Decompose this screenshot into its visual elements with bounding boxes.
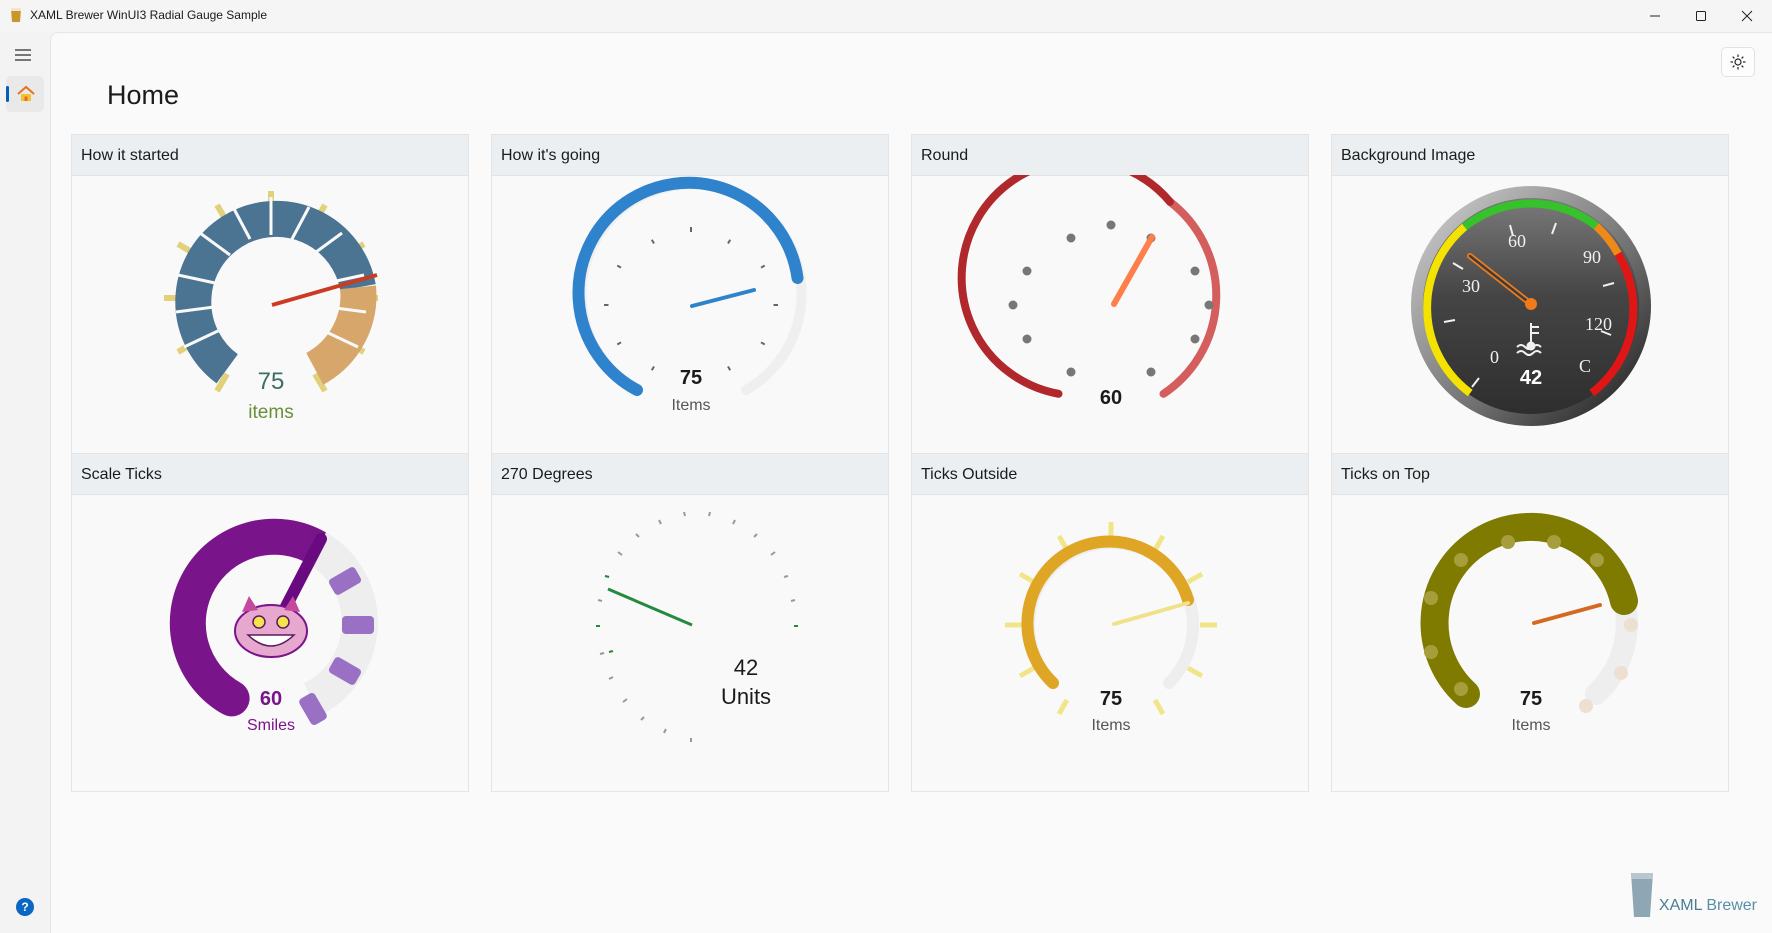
scale-label: 0 (1490, 347, 1499, 367)
radial-gauge[interactable]: 75 items (72, 175, 470, 474)
card-title: 270 Degrees (501, 466, 593, 483)
brand-text: XAML Brewer (1659, 897, 1757, 915)
gauge-unit-label: Smiles (247, 717, 295, 734)
gauge-scale-value-band (305, 285, 377, 385)
card-header: Ticks Outside (912, 454, 1308, 495)
radial-gauge[interactable]: 60 (912, 175, 1310, 474)
gauge-value-label: 75 (258, 368, 285, 395)
gauge-value-label: 60 (260, 688, 282, 710)
page-title: Home (107, 80, 180, 110)
gauge-card-scale-ticks: Scale Ticks 60 Smiles (71, 453, 469, 792)
gauge-value-label: 75 (680, 367, 702, 389)
radial-gauge[interactable]: 0 30 60 90 120 C 42 (1332, 175, 1730, 474)
gauge-trail (1021, 535, 1194, 689)
brand-logo: XAML Brewer (1629, 871, 1757, 919)
card-header: Scale Ticks (72, 454, 468, 495)
radial-gauge[interactable]: 75 Items (912, 494, 1310, 793)
gauge-unit-label: Items (1511, 717, 1550, 734)
minimize-icon (1650, 15, 1660, 17)
radial-gauge[interactable]: 42 Units (492, 494, 890, 793)
scale-ticks (1005, 522, 1217, 716)
card-title: Ticks on Top (1341, 466, 1430, 483)
gauge-card-ticks-outside: Ticks Outside 75 Items (911, 453, 1309, 792)
scale-label: C (1579, 356, 1591, 376)
gauge-card-270-degrees: 270 Degrees 42 Units (491, 453, 889, 792)
maximize-button[interactable] (1678, 0, 1724, 32)
gauge-scale-remainder (1585, 590, 1638, 705)
radial-gauge[interactable]: 60 Smiles (72, 494, 470, 793)
gauge-value-label: 75 (1520, 688, 1542, 710)
brand-text-xaml: XAML (1658, 897, 1702, 914)
selection-indicator (6, 86, 9, 102)
scale-label: 30 (1462, 276, 1480, 296)
gauge-unit-label: items (248, 402, 293, 423)
card-title: How it started (81, 147, 179, 164)
gauge-trail (1420, 512, 1638, 708)
gauge-needle (1112, 601, 1190, 626)
gauge-scale-background (1159, 197, 1221, 398)
gauge-hub (1525, 298, 1537, 310)
card-header: Round (912, 135, 1308, 176)
nav-item-home[interactable] (6, 76, 44, 112)
gauge-unit-label: Items (671, 397, 710, 414)
scale-ticks (604, 227, 778, 371)
card-header: Background Image (1332, 135, 1728, 176)
scale-label: 60 (1508, 231, 1526, 251)
close-icon (1741, 10, 1753, 22)
home-icon (17, 85, 35, 101)
scale-ticks-value (596, 575, 798, 653)
gauge-card-background-image: Background Image 0 30 60 90 120 C 42 (1331, 134, 1729, 473)
card-title: Round (921, 147, 969, 164)
brand-text-brewer: Brewer (1701, 897, 1757, 914)
gauge-value-label: 42 (1520, 367, 1542, 389)
gauge-card-how-its-going: How it's going 75 Items (491, 134, 889, 473)
gauge-card-how-it-started: How it started 75 items (71, 134, 469, 473)
close-button[interactable] (1724, 0, 1770, 32)
theme-toggle-button[interactable] (1721, 47, 1755, 77)
content-area: Home How it started 75 items How it's go… (50, 32, 1772, 933)
gauge-unit-label: Items (1091, 717, 1130, 734)
radial-gauge[interactable]: 75 Items (1332, 494, 1730, 793)
gauge-value-label: 60 (1100, 387, 1122, 409)
title-bar: XAML Brewer WinUI3 Radial Gauge Sample (0, 0, 1772, 32)
gauge-unit-label: Units (721, 684, 771, 709)
help-icon[interactable]: ? (16, 898, 34, 916)
cheshire-cat-icon (234, 596, 308, 658)
gauge-trail (957, 175, 1174, 398)
card-title: How it's going (501, 147, 601, 164)
gauge-needle (1532, 603, 1602, 625)
gauge-needle (690, 288, 756, 308)
scale-label: 90 (1583, 247, 1601, 267)
gauge-value-label: 42 (734, 655, 758, 680)
gauge-needle (1111, 234, 1155, 307)
scale-label: 120 (1585, 314, 1612, 334)
card-header: Ticks on Top (1332, 454, 1728, 495)
card-title: Ticks Outside (921, 466, 1018, 483)
app-icon (11, 8, 21, 22)
hamburger-icon[interactable] (14, 48, 32, 62)
minimize-button[interactable] (1632, 0, 1678, 32)
gauge-card-round: Round 60 (911, 134, 1309, 473)
gauge-needle (607, 587, 693, 627)
gauge-card-ticks-on-top: Ticks on Top 75 Items (1331, 453, 1729, 792)
gauge-trail (572, 176, 804, 396)
card-header: 270 Degrees (492, 454, 888, 495)
maximize-icon (1696, 11, 1706, 21)
card-header: How it's going (492, 135, 888, 176)
radial-gauge[interactable]: 75 Items (492, 175, 890, 474)
card-title: Scale Ticks (81, 466, 162, 483)
gauge-value-label: 75 (1100, 688, 1122, 710)
card-header: How it started (72, 135, 468, 176)
scale-ticks (1008, 220, 1214, 377)
sun-icon (1730, 54, 1746, 70)
navigation-pane: ? (0, 32, 50, 932)
window-title: XAML Brewer WinUI3 Radial Gauge Sample (30, 8, 267, 22)
card-title: Background Image (1341, 147, 1476, 164)
beer-glass-icon (1630, 873, 1653, 917)
